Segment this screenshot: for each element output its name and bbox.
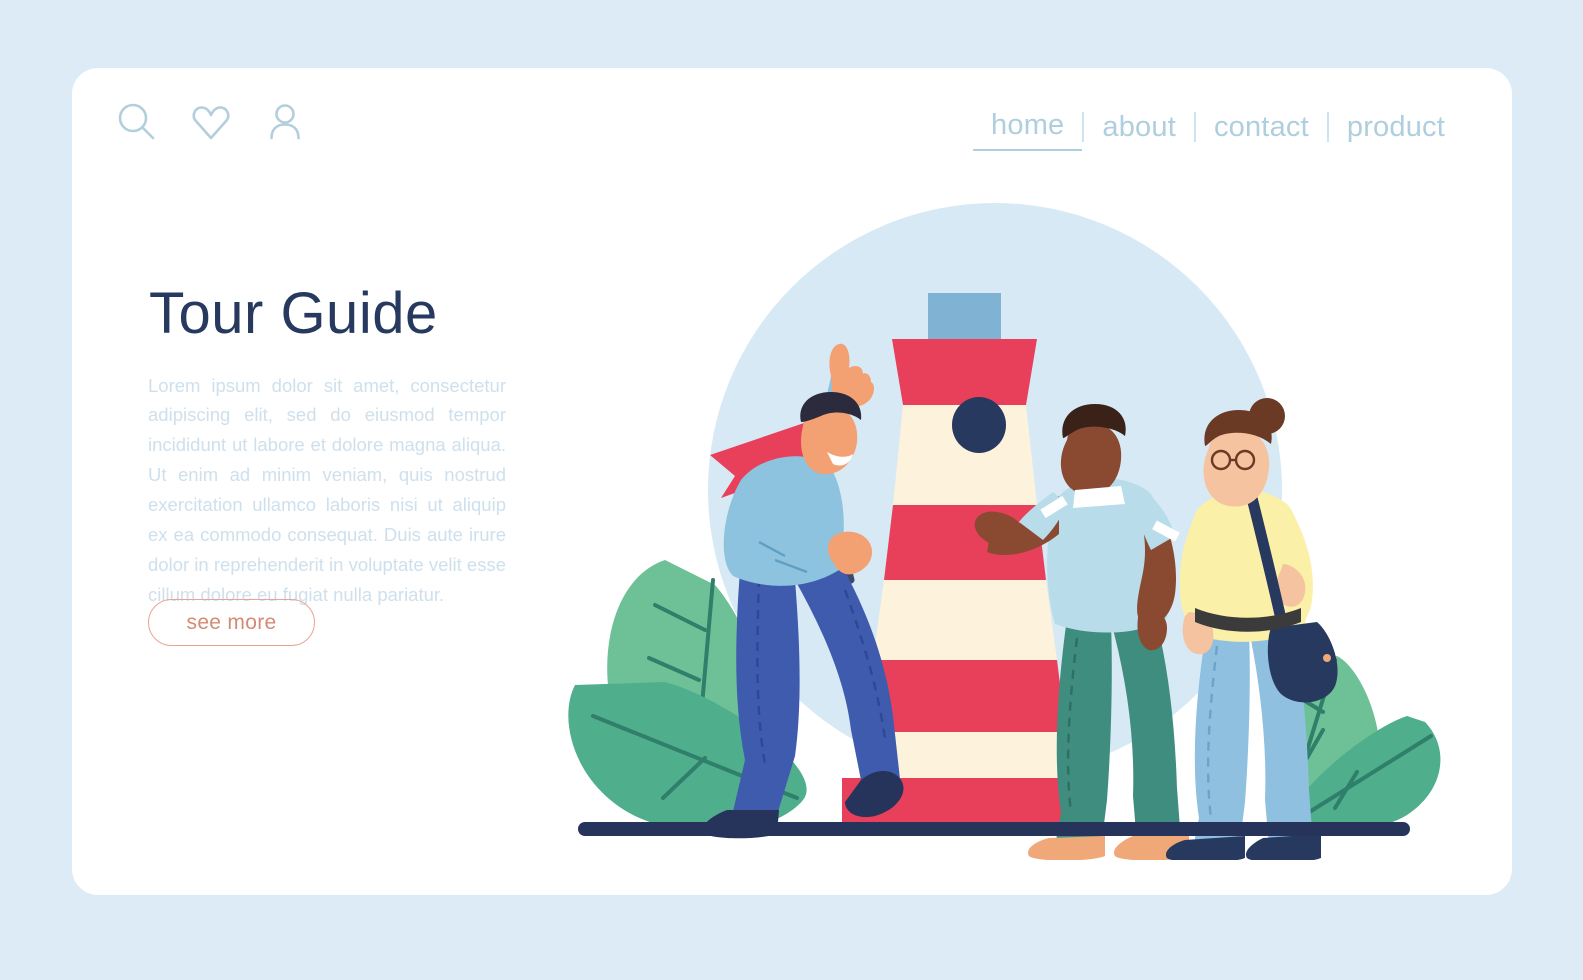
see-more-button[interactable]: see more (148, 599, 315, 646)
hero-description: Lorem ipsum dolor sit amet, consectetur … (148, 374, 506, 606)
shoe (1246, 834, 1321, 860)
header-icon-group (114, 99, 308, 145)
tour-guide-lighthouse-scene (545, 160, 1465, 860)
ground-line (578, 822, 1410, 836)
nav-item-product[interactable]: product (1329, 105, 1463, 149)
page-title: Tour Guide (149, 280, 438, 346)
lighthouse-lower-band (864, 660, 1066, 732)
nav-item-contact[interactable]: contact (1196, 105, 1327, 149)
shoe (1028, 836, 1105, 860)
lighthouse-lantern-cap (928, 293, 1001, 340)
lighthouse-window (952, 397, 1006, 453)
lighthouse-top-band (892, 339, 1037, 405)
shoulder-bag (1267, 622, 1338, 703)
main-nav: home about contact product (973, 103, 1463, 151)
hair-bun (1249, 398, 1285, 434)
landing-page: home about contact product Tour Guide Lo… (0, 0, 1583, 980)
user-icon[interactable] (262, 99, 308, 145)
nav-item-about[interactable]: about (1084, 105, 1194, 149)
heart-icon[interactable] (188, 99, 234, 145)
search-icon[interactable] (114, 99, 160, 145)
nav-item-home[interactable]: home (973, 103, 1083, 151)
